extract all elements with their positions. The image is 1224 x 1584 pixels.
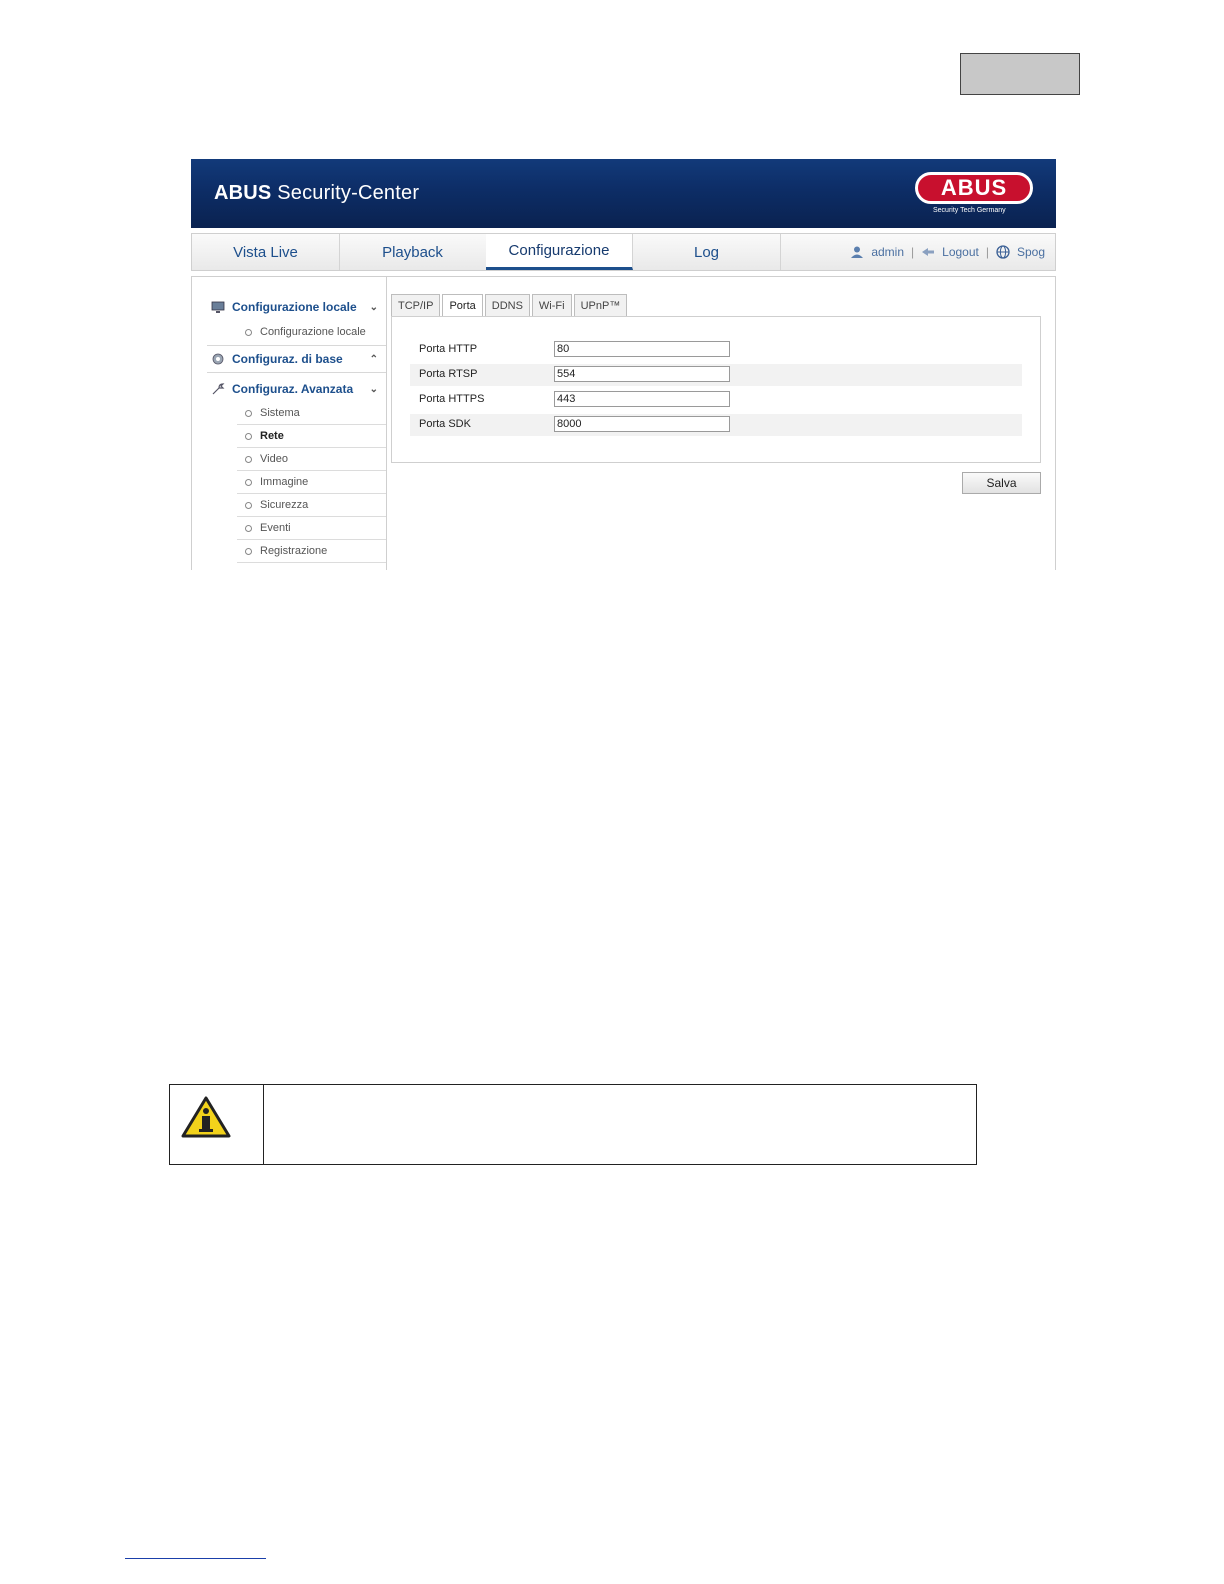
rtsp-port-input[interactable]: 554: [554, 366, 730, 382]
port-row-https: Porta HTTPS 443: [410, 389, 1022, 411]
footnote-rule: [125, 1558, 266, 1559]
globe-icon: [996, 245, 1010, 259]
tab-vista-live[interactable]: Vista Live: [192, 234, 340, 270]
sidebar-item-configurazione-locale[interactable]: Configurazione locale: [237, 321, 386, 343]
tab-wifi[interactable]: Wi-Fi: [531, 294, 572, 316]
logout-icon: [922, 248, 935, 256]
page-number-box: [960, 53, 1080, 95]
sidebar-item-sicurezza[interactable]: Sicurezza: [237, 494, 386, 517]
divider: [207, 372, 386, 373]
tab-upnp[interactable]: UPnP™: [573, 294, 628, 316]
sidebar-section-avanzata[interactable]: Configuraz. Avanzata ⌄: [207, 376, 386, 402]
wrench-icon: [212, 383, 225, 395]
sidebar-item-rete[interactable]: Rete: [237, 425, 386, 448]
header-banner: ABUS Security-Center ABUS Security Tech …: [191, 159, 1056, 228]
sidebar-item-registrazione[interactable]: Registrazione: [237, 540, 386, 563]
https-port-input[interactable]: 443: [554, 391, 730, 407]
http-port-input[interactable]: 80: [554, 341, 730, 357]
info-warning-icon: [181, 1096, 231, 1138]
port-row-rtsp: Porta RTSP 554: [410, 364, 1022, 386]
sidebar: Configurazione locale ⌄ Configurazione l…: [207, 277, 387, 570]
sidebar-item-eventi[interactable]: Eventi: [237, 517, 386, 540]
content-area: Configurazione locale ⌄ Configurazione l…: [191, 276, 1056, 570]
sidebar-section-local[interactable]: Configurazione locale ⌄: [207, 294, 386, 320]
app-screenshot: ABUS Security-Center ABUS Security Tech …: [191, 159, 1056, 570]
user-icon: [851, 246, 864, 258]
info-icon-cell: [170, 1085, 264, 1164]
monitor-icon: [211, 301, 225, 313]
sidebar-item-video[interactable]: Video: [237, 448, 386, 471]
tab-configurazione[interactable]: Configurazione: [486, 234, 633, 270]
chevron-down-icon: ⌄: [369, 383, 378, 395]
user-area: admin | Logout | Spog: [850, 234, 1045, 270]
chevron-down-icon: ⌄: [369, 301, 378, 313]
language-link[interactable]: Spog: [1017, 245, 1045, 259]
sdk-port-input[interactable]: 8000: [554, 416, 730, 432]
tab-playback[interactable]: Playback: [339, 234, 487, 270]
info-note-box: [169, 1084, 977, 1165]
tab-porta[interactable]: Porta: [442, 294, 483, 316]
port-row-http: Porta HTTP 80: [410, 339, 1022, 361]
sub-tabs: TCP/IP Porta DDNS Wi-Fi UPnP™: [391, 294, 628, 316]
main-nav: Vista Live Playback Configurazione Log a…: [191, 233, 1056, 271]
logout-link[interactable]: Logout: [942, 245, 979, 259]
sidebar-item-immagine[interactable]: Immagine: [237, 471, 386, 494]
sidebar-item-sistema[interactable]: Sistema: [237, 402, 386, 425]
chevron-up-icon: ⌃: [369, 353, 378, 365]
tab-ddns[interactable]: DDNS: [484, 294, 530, 316]
gear-icon: [212, 353, 224, 365]
sidebar-section-base[interactable]: Configuraz. di base ⌃: [207, 346, 386, 372]
tab-tcpip[interactable]: TCP/IP: [391, 294, 441, 316]
user-name[interactable]: admin: [871, 245, 904, 259]
app-title: ABUS Security-Center: [214, 182, 420, 204]
save-button[interactable]: Salva: [962, 472, 1041, 494]
port-row-sdk: Porta SDK 8000: [410, 414, 1022, 436]
logo-tagline: Security Tech Germany: [933, 207, 1006, 214]
abus-logo: ABUS: [915, 172, 1033, 204]
port-settings-panel: Porta HTTP 80 Porta RTSP 554 Porta HTTPS…: [391, 316, 1041, 463]
tab-log[interactable]: Log: [633, 234, 781, 270]
